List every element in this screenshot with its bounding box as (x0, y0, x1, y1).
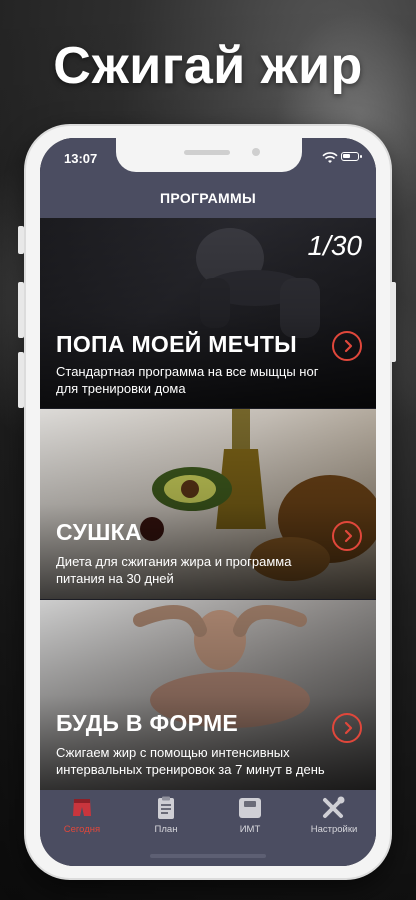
day-counter: 1/30 (307, 230, 363, 261)
tab-plan[interactable]: План (124, 796, 208, 842)
phone-side-button (390, 282, 396, 362)
front-camera (252, 148, 260, 156)
tab-label: ИМТ (239, 824, 261, 835)
phone-side-button (18, 226, 24, 254)
chevron-right-icon (344, 529, 353, 543)
clipboard-icon (158, 796, 174, 819)
speaker-grille (184, 150, 230, 155)
open-program-button[interactable] (332, 713, 362, 743)
shorts-icon (73, 799, 91, 816)
tab-label: План (154, 824, 178, 835)
tab-settings[interactable]: Настройки (292, 796, 376, 842)
chevron-right-icon (344, 721, 353, 735)
program-title: ПОПА МОЕЙ МЕЧТЫ (56, 331, 297, 357)
page-title: ПРОГРАММЫ (40, 178, 376, 218)
tab-bmi[interactable]: ИМТ (208, 796, 292, 842)
battery-icon (341, 152, 362, 161)
tools-icon (323, 796, 345, 818)
home-indicator (150, 854, 266, 858)
open-program-button[interactable] (332, 331, 362, 361)
phone-side-button (18, 282, 24, 338)
scale-icon (239, 798, 261, 818)
chevron-right-icon (344, 339, 353, 353)
status-time: 13:07 (64, 151, 98, 166)
program-description: Диета для сжигания жира и программа пита… (56, 554, 292, 586)
open-program-button[interactable] (332, 521, 362, 551)
phone-frame: 13:07 ПРОГРАММЫ 1/30 ПОПА МОЕЙ МЕЧТЫ Ста… (18, 126, 396, 878)
program-title: БУДЬ В ФОРМЕ (56, 710, 239, 736)
tab-label: Настройки (310, 824, 358, 835)
wifi-icon (322, 152, 338, 163)
tab-today[interactable]: Сегодня (40, 796, 124, 842)
promo-headline: Сжигай жир (53, 37, 363, 95)
phone-side-button (18, 352, 24, 408)
program-description: Стандартная программа на все мыщцы ног д… (56, 364, 319, 396)
program-card-1[interactable]: 1/30 ПОПА МОЕЙ МЕЧТЫ Стандартная програм… (40, 218, 376, 408)
phone-notch (116, 138, 302, 172)
tab-label: Сегодня (63, 824, 101, 835)
program-title: СУШКА (56, 519, 142, 545)
app-screen: 13:07 ПРОГРАММЫ 1/30 ПОПА МОЕЙ МЕЧТЫ Ста… (40, 138, 376, 866)
program-card-3[interactable]: БУДЬ В ФОРМЕ Сжигаем жир с помощью интен… (40, 600, 376, 790)
program-description: Сжигаем жир с помощью интенсивных интерв… (56, 745, 325, 777)
program-card-2[interactable]: СУШКА Диета для сжигания жира и программ… (40, 409, 376, 599)
